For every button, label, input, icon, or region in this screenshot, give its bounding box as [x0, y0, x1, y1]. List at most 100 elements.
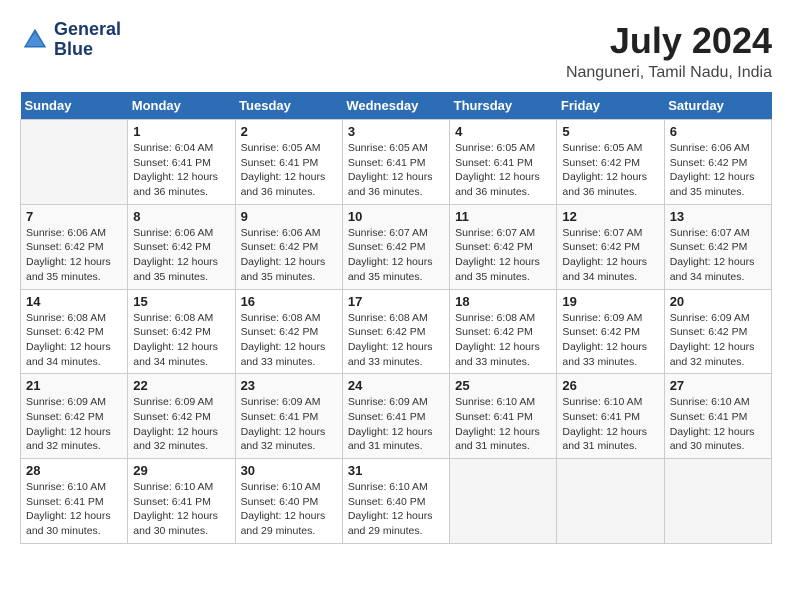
daylight-text: Daylight: 12 hours and 32 minutes. [133, 426, 218, 453]
day-info: Sunrise: 6:08 AM Sunset: 6:42 PM Dayligh… [348, 311, 444, 370]
sunrise-text: Sunrise: 6:09 AM [133, 396, 213, 408]
daylight-text: Daylight: 12 hours and 31 minutes. [348, 426, 433, 453]
day-info: Sunrise: 6:08 AM Sunset: 6:42 PM Dayligh… [26, 311, 122, 370]
day-info: Sunrise: 6:10 AM Sunset: 6:41 PM Dayligh… [562, 395, 658, 454]
day-info: Sunrise: 6:05 AM Sunset: 6:41 PM Dayligh… [241, 141, 337, 200]
daylight-text: Daylight: 12 hours and 35 minutes. [455, 256, 540, 283]
sunset-text: Sunset: 6:41 PM [26, 496, 104, 508]
table-row: 13 Sunrise: 6:07 AM Sunset: 6:42 PM Dayl… [664, 204, 771, 289]
day-number: 8 [133, 209, 229, 224]
table-row: 12 Sunrise: 6:07 AM Sunset: 6:42 PM Dayl… [557, 204, 664, 289]
day-info: Sunrise: 6:06 AM Sunset: 6:42 PM Dayligh… [241, 226, 337, 285]
day-info: Sunrise: 6:09 AM Sunset: 6:41 PM Dayligh… [348, 395, 444, 454]
day-info: Sunrise: 6:07 AM Sunset: 6:42 PM Dayligh… [670, 226, 766, 285]
day-number: 20 [670, 294, 766, 309]
day-info: Sunrise: 6:09 AM Sunset: 6:42 PM Dayligh… [133, 395, 229, 454]
sunset-text: Sunset: 6:41 PM [562, 411, 640, 423]
sunset-text: Sunset: 6:42 PM [133, 411, 211, 423]
sunset-text: Sunset: 6:41 PM [455, 411, 533, 423]
daylight-text: Daylight: 12 hours and 29 minutes. [241, 510, 326, 537]
day-number: 10 [348, 209, 444, 224]
sunrise-text: Sunrise: 6:10 AM [670, 396, 750, 408]
table-row: 18 Sunrise: 6:08 AM Sunset: 6:42 PM Dayl… [450, 289, 557, 374]
sunset-text: Sunset: 6:42 PM [670, 326, 748, 338]
sunset-text: Sunset: 6:41 PM [133, 157, 211, 169]
sunset-text: Sunset: 6:42 PM [133, 326, 211, 338]
daylight-text: Daylight: 12 hours and 35 minutes. [241, 256, 326, 283]
table-row: 9 Sunrise: 6:06 AM Sunset: 6:42 PM Dayli… [235, 204, 342, 289]
day-number: 28 [26, 463, 122, 478]
sunrise-text: Sunrise: 6:10 AM [26, 481, 106, 493]
calendar-table: Sunday Monday Tuesday Wednesday Thursday… [20, 92, 772, 544]
table-row: 14 Sunrise: 6:08 AM Sunset: 6:42 PM Dayl… [21, 289, 128, 374]
sunrise-text: Sunrise: 6:07 AM [348, 227, 428, 239]
sunrise-text: Sunrise: 6:07 AM [455, 227, 535, 239]
daylight-text: Daylight: 12 hours and 32 minutes. [670, 341, 755, 368]
day-info: Sunrise: 6:10 AM Sunset: 6:41 PM Dayligh… [670, 395, 766, 454]
day-number: 15 [133, 294, 229, 309]
day-info: Sunrise: 6:10 AM Sunset: 6:41 PM Dayligh… [26, 480, 122, 539]
daylight-text: Daylight: 12 hours and 33 minutes. [455, 341, 540, 368]
calendar-week-row: 14 Sunrise: 6:08 AM Sunset: 6:42 PM Dayl… [21, 289, 772, 374]
daylight-text: Daylight: 12 hours and 34 minutes. [133, 341, 218, 368]
day-info: Sunrise: 6:09 AM Sunset: 6:42 PM Dayligh… [562, 311, 658, 370]
table-row: 7 Sunrise: 6:06 AM Sunset: 6:42 PM Dayli… [21, 204, 128, 289]
day-info: Sunrise: 6:07 AM Sunset: 6:42 PM Dayligh… [562, 226, 658, 285]
sunrise-text: Sunrise: 6:07 AM [562, 227, 642, 239]
logo-text: General Blue [54, 20, 121, 60]
daylight-text: Daylight: 12 hours and 35 minutes. [348, 256, 433, 283]
logo: General Blue [20, 20, 121, 60]
day-info: Sunrise: 6:09 AM Sunset: 6:41 PM Dayligh… [241, 395, 337, 454]
day-info: Sunrise: 6:05 AM Sunset: 6:41 PM Dayligh… [348, 141, 444, 200]
table-row: 22 Sunrise: 6:09 AM Sunset: 6:42 PM Dayl… [128, 374, 235, 459]
month-title: July 2024 [566, 20, 772, 62]
table-row: 21 Sunrise: 6:09 AM Sunset: 6:42 PM Dayl… [21, 374, 128, 459]
table-row: 16 Sunrise: 6:08 AM Sunset: 6:42 PM Dayl… [235, 289, 342, 374]
table-row: 28 Sunrise: 6:10 AM Sunset: 6:41 PM Dayl… [21, 459, 128, 544]
daylight-text: Daylight: 12 hours and 30 minutes. [133, 510, 218, 537]
sunset-text: Sunset: 6:42 PM [26, 411, 104, 423]
daylight-text: Daylight: 12 hours and 30 minutes. [26, 510, 111, 537]
day-info: Sunrise: 6:05 AM Sunset: 6:42 PM Dayligh… [562, 141, 658, 200]
day-number: 16 [241, 294, 337, 309]
sunrise-text: Sunrise: 6:08 AM [455, 312, 535, 324]
sunset-text: Sunset: 6:42 PM [455, 326, 533, 338]
sunset-text: Sunset: 6:42 PM [241, 326, 319, 338]
calendar-week-row: 1 Sunrise: 6:04 AM Sunset: 6:41 PM Dayli… [21, 120, 772, 205]
sunrise-text: Sunrise: 6:09 AM [670, 312, 750, 324]
daylight-text: Daylight: 12 hours and 34 minutes. [562, 256, 647, 283]
day-number: 13 [670, 209, 766, 224]
sunrise-text: Sunrise: 6:06 AM [241, 227, 321, 239]
day-info: Sunrise: 6:04 AM Sunset: 6:41 PM Dayligh… [133, 141, 229, 200]
day-info: Sunrise: 6:09 AM Sunset: 6:42 PM Dayligh… [26, 395, 122, 454]
sunrise-text: Sunrise: 6:05 AM [455, 142, 535, 154]
day-info: Sunrise: 6:07 AM Sunset: 6:42 PM Dayligh… [455, 226, 551, 285]
sunset-text: Sunset: 6:42 PM [562, 157, 640, 169]
day-info: Sunrise: 6:06 AM Sunset: 6:42 PM Dayligh… [26, 226, 122, 285]
day-number: 26 [562, 378, 658, 393]
table-row: 19 Sunrise: 6:09 AM Sunset: 6:42 PM Dayl… [557, 289, 664, 374]
day-number: 7 [26, 209, 122, 224]
daylight-text: Daylight: 12 hours and 34 minutes. [670, 256, 755, 283]
calendar-header-row: Sunday Monday Tuesday Wednesday Thursday… [21, 92, 772, 120]
daylight-text: Daylight: 12 hours and 33 minutes. [562, 341, 647, 368]
sunset-text: Sunset: 6:42 PM [670, 241, 748, 253]
sunrise-text: Sunrise: 6:08 AM [241, 312, 321, 324]
day-number: 12 [562, 209, 658, 224]
sunrise-text: Sunrise: 6:10 AM [241, 481, 321, 493]
sunrise-text: Sunrise: 6:10 AM [133, 481, 213, 493]
sunset-text: Sunset: 6:42 PM [133, 241, 211, 253]
sunset-text: Sunset: 6:42 PM [241, 241, 319, 253]
table-row: 1 Sunrise: 6:04 AM Sunset: 6:41 PM Dayli… [128, 120, 235, 205]
daylight-text: Daylight: 12 hours and 29 minutes. [348, 510, 433, 537]
table-row: 26 Sunrise: 6:10 AM Sunset: 6:41 PM Dayl… [557, 374, 664, 459]
table-row: 31 Sunrise: 6:10 AM Sunset: 6:40 PM Dayl… [342, 459, 449, 544]
sunrise-text: Sunrise: 6:08 AM [26, 312, 106, 324]
table-row: 24 Sunrise: 6:09 AM Sunset: 6:41 PM Dayl… [342, 374, 449, 459]
table-row: 20 Sunrise: 6:09 AM Sunset: 6:42 PM Dayl… [664, 289, 771, 374]
daylight-text: Daylight: 12 hours and 35 minutes. [670, 171, 755, 198]
table-row: 2 Sunrise: 6:05 AM Sunset: 6:41 PM Dayli… [235, 120, 342, 205]
day-number: 25 [455, 378, 551, 393]
day-number: 31 [348, 463, 444, 478]
day-info: Sunrise: 6:08 AM Sunset: 6:42 PM Dayligh… [241, 311, 337, 370]
